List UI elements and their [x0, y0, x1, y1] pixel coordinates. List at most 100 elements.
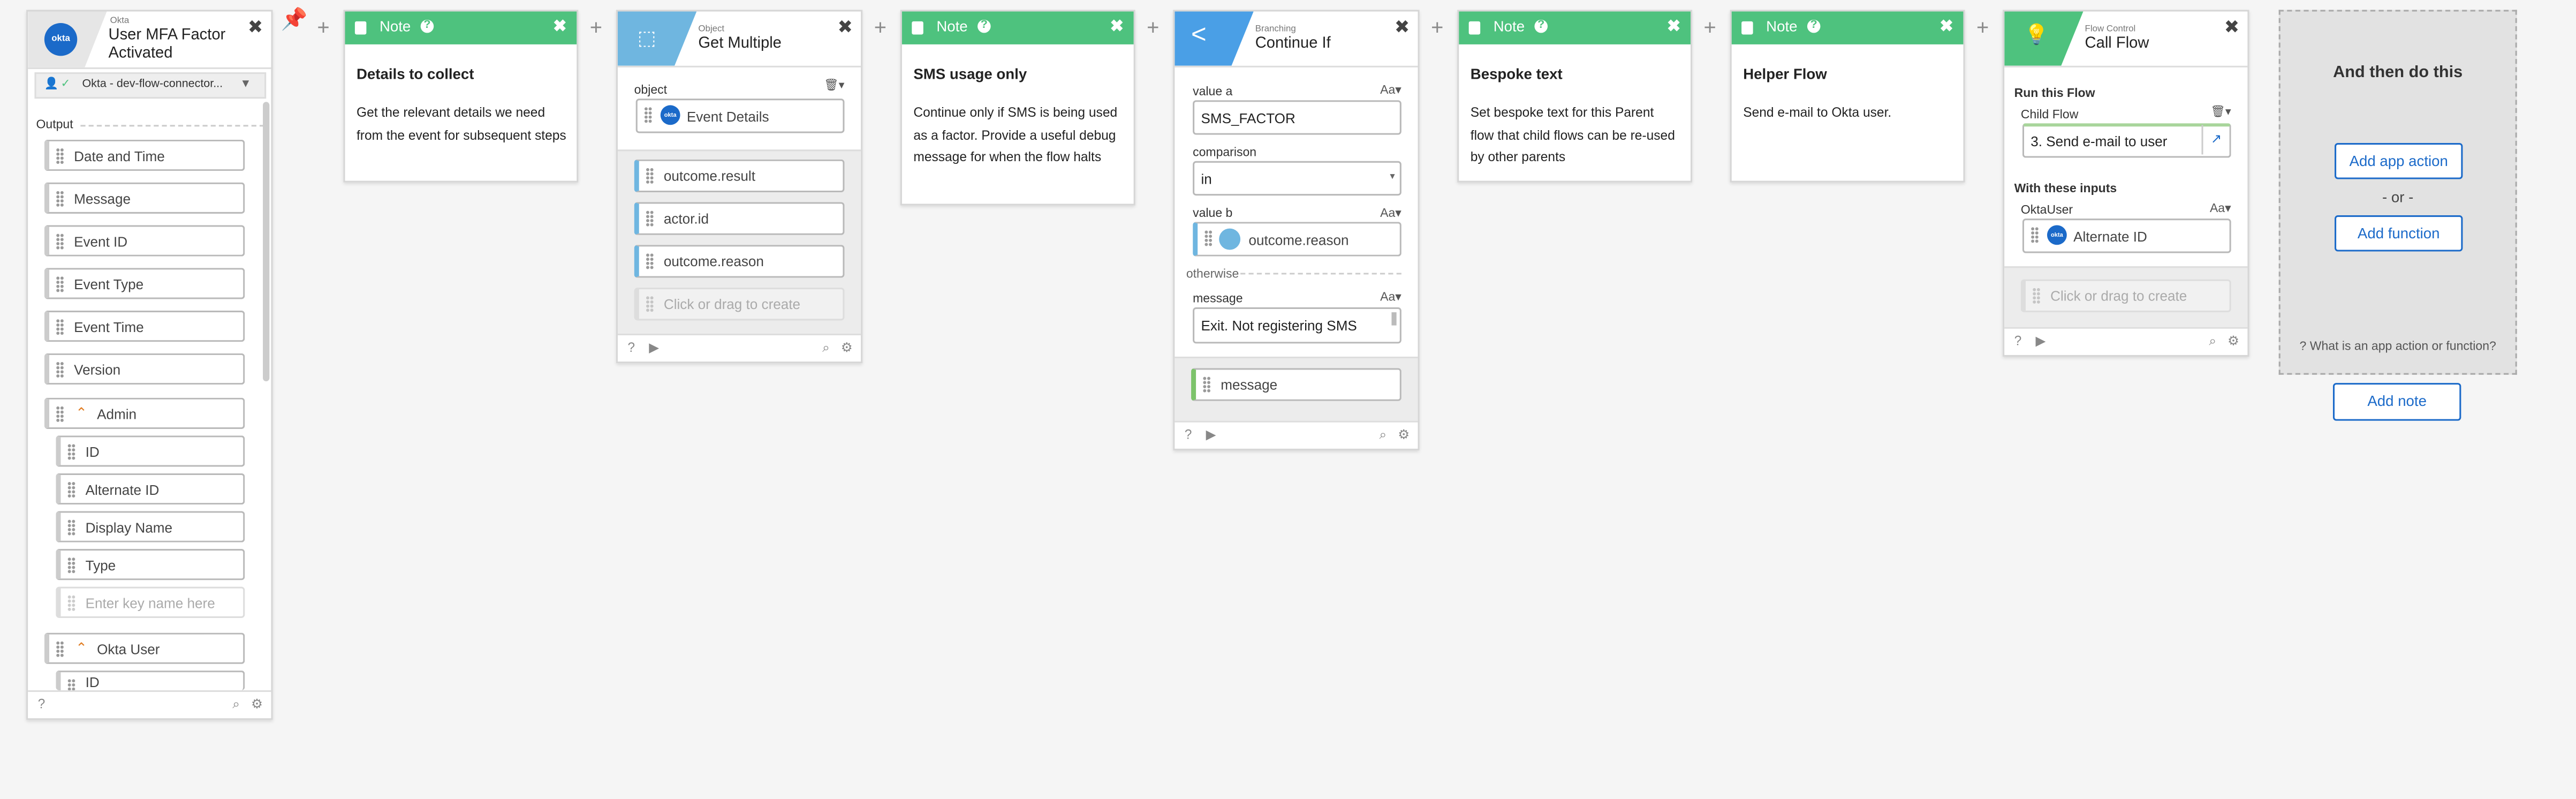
search-icon[interactable]: ⌕	[822, 340, 830, 357]
chevron-down-icon: ▾	[1390, 172, 1395, 183]
input-name-label: OktaUser	[2020, 202, 2073, 217]
add-step-plus[interactable]: +	[1147, 16, 1159, 40]
note-header: Note ? ✖	[901, 11, 1134, 44]
delete-icon[interactable]: 🗑▾	[2211, 105, 2231, 118]
play-icon[interactable]: ▶	[649, 340, 659, 355]
chevron-down-icon: ▼	[240, 79, 252, 91]
admin-field[interactable]: Alternate ID	[56, 473, 245, 505]
note-card: Note ? ✖ Details to collect Get the rele…	[343, 10, 579, 183]
connection-select[interactable]: 👤 ✓ Okta - dev-flow-connector... ▼	[34, 72, 267, 99]
gear-icon[interactable]: ⚙	[1398, 427, 1410, 442]
object-icon: ⬚	[637, 26, 656, 50]
search-icon[interactable]: ⌕	[2209, 334, 2216, 350]
output-field[interactable]: actor.id	[634, 202, 845, 235]
or-label: - or -	[2382, 189, 2414, 206]
admin-group-field[interactable]: ⌃ Admin	[44, 397, 245, 429]
gear-icon[interactable]: ⚙	[2228, 334, 2239, 349]
okta-logo: okta	[44, 22, 78, 56]
admin-field[interactable]: Display Name	[56, 511, 245, 542]
help-icon[interactable]: ?	[978, 19, 991, 33]
gear-icon[interactable]: ⚙	[841, 340, 853, 355]
create-field-placeholder[interactable]: Click or drag to create	[634, 288, 845, 321]
okta-user-field[interactable]: ID	[56, 670, 245, 690]
card-title: Call Flow	[2085, 34, 2149, 53]
type-select[interactable]: Aa▾	[2210, 200, 2231, 215]
add-step-plus[interactable]: +	[1976, 16, 1989, 40]
output-field[interactable]: outcome.reason	[634, 245, 845, 278]
object-input[interactable]: okta Event Details	[635, 99, 845, 133]
delete-icon[interactable]: 🗑▾	[824, 79, 844, 92]
comparison-select[interactable]: in ▾	[1193, 161, 1401, 196]
help-icon[interactable]: ?	[1807, 19, 1821, 33]
close-icon[interactable]: ✖	[838, 19, 853, 37]
scrollbar[interactable]	[263, 102, 270, 382]
create-field-placeholder[interactable]: Click or drag to create	[2020, 279, 2231, 313]
play-icon[interactable]: ▶	[1206, 427, 1216, 442]
help-icon[interactable]: ?	[420, 19, 434, 33]
message-input[interactable]: Exit. Not registering SMS	[1193, 307, 1401, 344]
close-icon[interactable]: ✖	[553, 18, 567, 36]
output-field[interactable]: Event Time	[44, 311, 245, 342]
close-icon[interactable]: ✖	[248, 19, 263, 37]
type-select[interactable]: Aa▾	[1380, 289, 1401, 304]
key-name-input[interactable]: Enter key name here	[56, 586, 245, 618]
add-function-button[interactable]: Add function	[2335, 215, 2463, 252]
help-icon[interactable]: ?	[627, 340, 635, 355]
help-link[interactable]: ? What is an app action or function?	[2280, 338, 2516, 353]
output-field[interactable]: outcome.result	[634, 159, 845, 193]
note-body: Set bespoke text for this Parent flow th…	[1470, 105, 1675, 164]
output-field[interactable]: Version	[44, 353, 245, 385]
child-flow-input[interactable]: 3. Send e-mail to user ↗	[2022, 123, 2231, 158]
add-step-plus[interactable]: +	[1431, 16, 1443, 40]
admin-field[interactable]: Type	[56, 549, 245, 581]
search-icon[interactable]: ⌕	[232, 697, 240, 713]
chevron-up-icon[interactable]: ⌃	[75, 398, 87, 427]
output-field[interactable]: message	[1191, 368, 1401, 401]
type-select[interactable]: Aa▾	[1380, 82, 1401, 97]
help-icon[interactable]: ?	[2014, 334, 2022, 349]
okta-user-group-field[interactable]: ⌃ Okta User	[44, 632, 245, 664]
help-icon[interactable]: ?	[38, 697, 46, 712]
gear-icon[interactable]: ⚙	[251, 697, 263, 712]
output-field[interactable]: Event Type	[44, 268, 245, 299]
close-icon[interactable]: ✖	[1939, 18, 1953, 36]
close-icon[interactable]: ✖	[1395, 19, 1410, 37]
user-icon: 👤	[44, 79, 59, 91]
comparison-label: comparison	[1193, 145, 1257, 160]
add-app-action-button[interactable]: Add app action	[2335, 143, 2463, 179]
value-a-input[interactable]: SMS_FACTOR	[1193, 100, 1401, 135]
note-title: SMS usage only	[913, 65, 1027, 82]
add-step-plus[interactable]: +	[590, 16, 602, 40]
search-icon[interactable]: ⌕	[1379, 427, 1387, 444]
add-note-button[interactable]: Add note	[2332, 383, 2461, 421]
output-field[interactable]: Message	[44, 182, 245, 214]
type-select[interactable]: Aa▾	[1380, 206, 1401, 221]
add-step-plus[interactable]: +	[1704, 16, 1716, 40]
chevron-up-icon[interactable]: ⌃	[75, 633, 87, 662]
add-step-plus[interactable]: +	[317, 16, 329, 40]
external-link-icon[interactable]: ↗	[2201, 125, 2229, 155]
pin-icon[interactable]: 📌	[281, 7, 308, 31]
play-icon[interactable]: ▶	[2035, 334, 2045, 349]
scrollbar[interactable]	[1391, 312, 1397, 326]
otherwise-label: otherwise	[1186, 266, 1239, 281]
note-card: Note ? ✖ Helper Flow Send e-mail to Okta…	[1730, 10, 1965, 183]
share-icon: <	[1191, 21, 1207, 50]
close-icon[interactable]: ✖	[1110, 18, 1124, 36]
help-icon[interactable]: ?	[1185, 427, 1192, 442]
admin-field[interactable]: ID	[56, 435, 245, 467]
message-label: message	[1193, 291, 1243, 306]
help-icon[interactable]: ?	[1534, 19, 1548, 33]
note-card: Note ? ✖ Bespoke text Set bespoke text f…	[1457, 10, 1693, 183]
inputs-label: With these inputs	[2014, 180, 2117, 196]
input-value[interactable]: okta Alternate ID	[2022, 218, 2231, 253]
card-title: Continue If	[1255, 34, 1331, 53]
trigger-title-line2: Activated	[108, 44, 173, 63]
value-b-input[interactable]: outcome.reason	[1193, 222, 1401, 257]
output-field[interactable]: Date and Time	[44, 139, 245, 171]
close-icon[interactable]: ✖	[2224, 19, 2239, 37]
divider	[1240, 273, 1401, 275]
output-field[interactable]: Event ID	[44, 225, 245, 257]
close-icon[interactable]: ✖	[1667, 18, 1681, 36]
add-step-plus[interactable]: +	[874, 16, 887, 40]
